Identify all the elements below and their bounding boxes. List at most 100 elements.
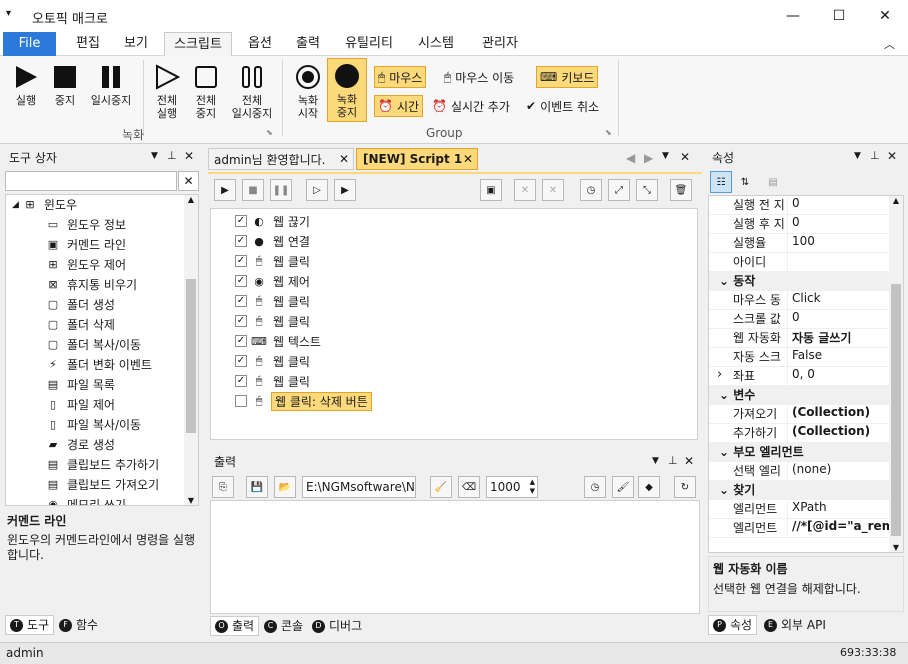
script-row[interactable]: ✓ 🖱 웹 클릭 (211, 371, 697, 391)
property-category[interactable]: ⌄ 찾기 (709, 481, 903, 500)
property-row[interactable]: › 좌표 0, 0 (709, 367, 903, 386)
property-row[interactable]: 스크롤 값0 (709, 310, 903, 329)
property-row[interactable]: 아이디 (709, 253, 903, 272)
pin-icon[interactable]: ⊥ (167, 149, 177, 162)
collapse-arrow-icon[interactable]: ⌄ (719, 388, 733, 402)
tab-utility[interactable]: 유틸리티 (336, 32, 402, 56)
new-log-icon[interactable]: ⎘ (212, 476, 234, 498)
script-row[interactable]: ✓ ● 웹 연결 (211, 231, 697, 251)
close-icon[interactable]: ✕ (680, 150, 690, 164)
tree-item[interactable]: ▢ 폴더 생성 (6, 295, 198, 315)
group-launcher-icon[interactable]: ⬊ (605, 128, 612, 137)
mouse-move-toggle[interactable]: 🖱 마우스 이동 (444, 66, 514, 88)
script-row[interactable]: ✓ 🖱 웹 클릭 (211, 351, 697, 371)
script-row[interactable]: ✓ ◉ 웹 제어 (211, 271, 697, 291)
keyboard-toggle[interactable]: ⌨ 키보드 (536, 66, 599, 88)
scroll-right-icon[interactable]: ▶ (644, 151, 653, 165)
script-row[interactable]: ✓ ⌨ 웹 텍스트 (211, 331, 697, 351)
tree-item[interactable]: ▯ 파일 제어 (6, 395, 198, 415)
mouse-toggle[interactable]: 🖱 마우스 (374, 66, 427, 88)
sort-alpha-icon[interactable]: ⇅ (734, 171, 756, 193)
tab-output[interactable]: 출력 (286, 32, 330, 56)
enable-checkbox[interactable]: ✓ (235, 375, 247, 387)
scroll-thumb[interactable] (186, 279, 196, 433)
script-row[interactable]: 🖱 웹 클릭: 삭제 버튼 (211, 391, 697, 411)
enable-checkbox[interactable]: ✓ (235, 315, 247, 327)
stepper-arrows-icon[interactable]: ▲ ▼ (530, 478, 535, 496)
tab-welcome[interactable]: admin님 환영합니다. ✕ (208, 148, 354, 170)
folder-open-icon[interactable]: 📂 (274, 476, 296, 498)
brush-icon[interactable]: 🖌 (612, 476, 634, 498)
tab-system[interactable]: 시스템 (408, 32, 464, 56)
close-tab-icon[interactable]: ✕ (463, 152, 473, 166)
tree-item[interactable]: ▤ 클립보드 추가하기 (6, 455, 198, 475)
enable-checkbox[interactable]: ✓ (235, 295, 247, 307)
property-row[interactable]: 마우스 동 Click (709, 291, 903, 310)
eraser-icon[interactable]: ⌫ (458, 476, 480, 498)
tab-console[interactable]: C 콘솔 (260, 616, 307, 636)
enable-checkbox[interactable]: ✓ (235, 335, 247, 347)
tree-root-windows[interactable]: ◢ ⊞ 윈도우 (6, 195, 198, 215)
log-path-input[interactable]: E:\NGMsoftware\NG (302, 476, 416, 498)
property-row[interactable]: 선택 엘리 (none) (709, 462, 903, 481)
disable-icon[interactable]: ✕ (514, 179, 536, 201)
collapse-ribbon-icon[interactable]: ︿ (884, 36, 895, 52)
categorized-icon[interactable]: ☷ (710, 171, 732, 193)
realtime-add-toggle[interactable]: ⏰ 실시간 추가 (432, 95, 510, 117)
dropdown-icon[interactable]: ▼ (652, 456, 659, 466)
play-icon[interactable]: ▶ (214, 179, 236, 201)
property-pages-icon[interactable]: ▤ (762, 171, 784, 193)
record-start-button[interactable]: 녹화 시작 (288, 60, 328, 120)
scroll-left-icon[interactable]: ◀ (626, 151, 635, 165)
enable-checkbox[interactable]: ✓ (235, 275, 247, 287)
pin-icon[interactable]: ⊥ (870, 149, 880, 162)
stop-all-button[interactable]: 전체 중지 (186, 60, 226, 120)
refresh-icon[interactable]: ↻ (674, 476, 696, 498)
script-row[interactable]: ✓ 🖱 웹 클릭 (211, 251, 697, 271)
scroll-thumb[interactable] (891, 284, 901, 536)
property-category[interactable]: ⌄ 부모 엘리먼트 (709, 443, 903, 462)
tree-item[interactable]: ▯ 파일 복사/이동 (6, 415, 198, 435)
max-lines-stepper[interactable]: 1000 ▲ ▼ (486, 476, 538, 498)
run-button[interactable]: 실행 (6, 60, 46, 120)
script-row[interactable]: ✓ 🖱 웹 클릭 (211, 291, 697, 311)
expand-arrow-icon[interactable]: › (717, 367, 722, 382)
disable-all-icon[interactable]: ✕ (542, 179, 564, 201)
event-cancel-toggle[interactable]: ✔ 이벤트 취소 (526, 95, 599, 117)
tree-item[interactable]: ◉ 메모리 쓰기 (6, 495, 198, 505)
close-icon[interactable]: ✕ (684, 454, 694, 468)
tab-debug[interactable]: D 디버그 (308, 616, 366, 636)
tree-item[interactable]: ▢ 폴더 복사/이동 (6, 335, 198, 355)
dropdown-icon[interactable]: ▼ (151, 151, 158, 161)
enable-checkbox[interactable]: ✓ (235, 355, 247, 367)
run-all-button[interactable]: 전체 실행 (147, 60, 187, 120)
property-row[interactable]: 추가하기 (Collection) (709, 424, 903, 443)
toolbox-search-input[interactable] (5, 171, 177, 191)
save-icon[interactable]: 💾 (246, 476, 268, 498)
system-menu-icon[interactable]: ▾ (6, 8, 11, 19)
tree-item[interactable]: ▭ 윈도우 정보 (6, 215, 198, 235)
tab-functions[interactable]: F 함수 (55, 615, 102, 635)
close-tab-icon[interactable]: ✕ (339, 152, 349, 166)
property-row[interactable]: 자동 스크 False (709, 348, 903, 367)
minimize-button[interactable]: — (770, 0, 816, 32)
dropdown-icon[interactable]: ▼ (662, 151, 669, 161)
property-row[interactable]: 엘리먼트//*[@id="a_remo (709, 519, 903, 538)
timer-icon[interactable]: ◷ (580, 179, 602, 201)
tree-item[interactable]: ▣ 커멘드 라인 (6, 235, 198, 255)
tab-external-api[interactable]: E 외부 API (760, 615, 830, 635)
collapse-arrow-icon[interactable]: ⌄ (719, 483, 733, 497)
collapse-arrow-icon[interactable]: ◢ (12, 195, 19, 215)
delete-icon[interactable]: 🗑 (670, 179, 692, 201)
step-icon[interactable]: ▷ (306, 179, 328, 201)
tab-view[interactable]: 보기 (114, 32, 158, 56)
pin-icon[interactable]: ⊥ (668, 454, 678, 467)
tree-item[interactable]: ⊠ 휴지통 비우기 (6, 275, 198, 295)
tab-options[interactable]: 옵션 (238, 32, 282, 56)
property-row[interactable]: 웹 자동화 자동 글쓰기 (709, 329, 903, 348)
property-category[interactable]: ⌄ 동작 (709, 272, 903, 291)
property-category[interactable]: ⌄ 변수 (709, 386, 903, 405)
enable-checkbox[interactable]: ✓ (235, 215, 247, 227)
property-row[interactable]: 실행율 100 (709, 234, 903, 253)
image-icon[interactable]: ▣ (480, 179, 502, 201)
